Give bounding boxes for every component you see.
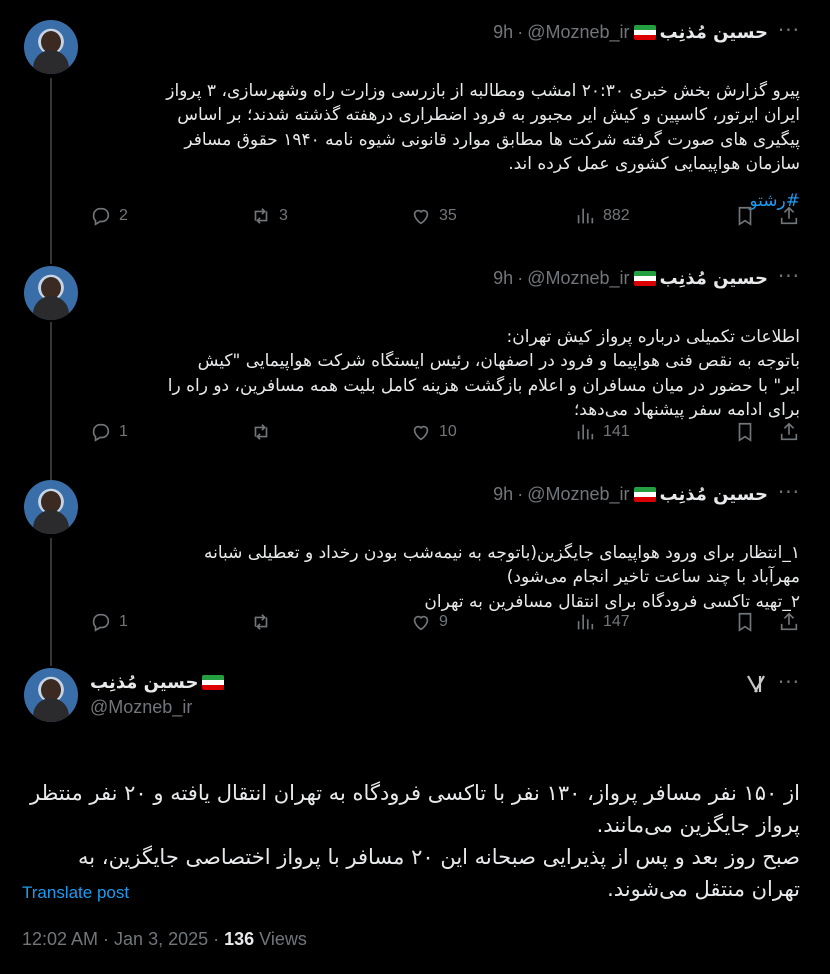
author-name[interactable]: حسین مُذنِب: [90, 672, 198, 693]
views-button[interactable]: 147: [574, 611, 630, 633]
reply-icon: [92, 613, 110, 632]
tweet-actions: 1 10 141: [90, 421, 802, 451]
like-icon: [413, 209, 429, 225]
like-button[interactable]: 9: [410, 611, 448, 633]
author-name[interactable]: حسین مُذنِب: [660, 484, 768, 505]
share-icon: [780, 206, 798, 225]
author-handle[interactable]: @Mozneb_ir: [527, 22, 629, 43]
repost-count: 3: [279, 207, 288, 224]
separator-dot: ·: [517, 268, 524, 288]
like-icon: [413, 615, 429, 631]
separator-dot: ·: [517, 484, 524, 504]
repost-icon: [254, 208, 268, 224]
tweet-text-content: ۱_انتظار برای ورود هواپیمای جایگزین(باتو…: [203, 542, 800, 612]
like-count: 10: [439, 423, 457, 440]
share-button[interactable]: [778, 421, 800, 443]
share-button[interactable]: [778, 205, 800, 227]
views-total: 136: [224, 929, 255, 949]
tweet-text-content: پیرو گزارش بخش خبری ۲۰:۳۰ امشب ومطالبه ا…: [166, 80, 800, 175]
avatar[interactable]: [24, 20, 78, 74]
tweet-text: ۱_انتظار برای ورود هواپیمای جایگزین(باتو…: [100, 516, 800, 614]
grok-icon[interactable]: [744, 672, 768, 696]
more-dots-icon[interactable]: ···: [778, 264, 800, 288]
bookmark-button[interactable]: [734, 611, 756, 633]
tweet-time[interactable]: 9h: [493, 268, 513, 289]
repost-icon: [254, 614, 268, 630]
bookmark-button[interactable]: [734, 205, 756, 227]
repost-button[interactable]: 3: [250, 205, 288, 227]
views-button[interactable]: 882: [574, 205, 630, 227]
main-tweet-text: از ۱۵۰ نفر مسافر پرواز، ۱۳۰ نفر با تاکسی…: [24, 745, 800, 905]
like-count: 35: [439, 207, 457, 224]
post-footer: 12:02 AM · Jan 3, 2025 · 136 Views: [22, 929, 307, 950]
views-count: 141: [603, 423, 630, 440]
repost-icon: [254, 424, 268, 440]
author-name[interactable]: حسین مُذنِب: [660, 268, 768, 289]
reply-button[interactable]: 1: [90, 421, 128, 443]
reply-button[interactable]: 1: [90, 611, 128, 633]
tweet[interactable]: 9h · @Mozneb_ir حسین مُذنِب ··· ۱_انتظار…: [0, 470, 830, 660]
tweet-text: پیرو گزارش بخش خبری ۲۰:۳۰ امشب ومطالبه ا…: [100, 54, 800, 177]
views-button[interactable]: 141: [574, 421, 630, 443]
bookmark-icon: [738, 612, 752, 632]
author-block: حسین مُذنِب @Mozneb_ir: [90, 672, 225, 718]
reply-count: 2: [119, 207, 128, 224]
more-dots-icon[interactable]: ···: [778, 480, 800, 504]
views-icon: [577, 614, 594, 630]
author-handle[interactable]: @Mozneb_ir: [527, 268, 629, 289]
separator-dot: ·: [517, 22, 524, 42]
author-name[interactable]: حسین مُذنِب: [660, 22, 768, 43]
reply-count: 1: [119, 613, 128, 630]
reply-icon: [92, 423, 110, 442]
iran-flag-icon: [633, 487, 656, 502]
like-icon: [413, 425, 429, 441]
author-handle[interactable]: @Mozneb_ir: [527, 484, 629, 505]
reply-icon: [92, 207, 110, 226]
share-button[interactable]: [778, 611, 800, 633]
views-icon: [577, 424, 594, 440]
iran-flag-icon: [633, 25, 656, 40]
main-tweet-text-content: از ۱۵۰ نفر مسافر پرواز، ۱۳۰ نفر با تاکسی…: [30, 781, 800, 901]
repost-button[interactable]: [250, 611, 279, 633]
like-button[interactable]: 10: [410, 421, 457, 443]
tweet-time[interactable]: 9h: [493, 484, 513, 505]
iran-flag-icon: [633, 271, 656, 286]
share-icon: [780, 612, 798, 631]
post-timestamp[interactable]: 12:02 AM · Jan 3, 2025 ·: [22, 929, 224, 949]
views-icon: [577, 208, 594, 224]
bookmark-icon: [738, 206, 752, 226]
share-icon: [780, 422, 798, 441]
tweet-actions: 1 9 147: [90, 611, 802, 641]
tweet[interactable]: 9h · @Mozneb_ir حسین مُذنِب ··· پیرو گزا…: [0, 0, 830, 250]
iran-flag-icon: [202, 675, 225, 690]
bookmark-button[interactable]: [734, 421, 756, 443]
repost-button[interactable]: [250, 421, 279, 443]
views-count: 147: [603, 613, 630, 630]
like-count: 9: [439, 613, 448, 630]
tweet-time[interactable]: 9h: [493, 22, 513, 43]
more-dots-icon[interactable]: ···: [778, 670, 800, 694]
like-button[interactable]: 35: [410, 205, 457, 227]
tweet-actions: 2 3 35 882: [90, 205, 802, 235]
avatar[interactable]: [24, 668, 78, 722]
bookmark-icon: [738, 422, 752, 442]
more-dots-icon[interactable]: ···: [778, 18, 800, 42]
tweet-text: اطلاعات تکمیلی درباره پرواز کیش تهران: ب…: [100, 300, 800, 423]
views-label: Views: [254, 929, 307, 949]
reply-button[interactable]: 2: [90, 205, 128, 227]
reply-count: 1: [119, 423, 128, 440]
tweet-text-content: اطلاعات تکمیلی درباره پرواز کیش تهران: ب…: [167, 326, 800, 421]
tweet[interactable]: 9h · @Mozneb_ir حسین مُذنِب ··· اطلاعات …: [0, 250, 830, 470]
avatar[interactable]: [24, 480, 78, 534]
author-handle[interactable]: @Mozneb_ir: [90, 697, 224, 718]
views-count: 882: [603, 207, 630, 224]
translate-post-link[interactable]: Translate post: [22, 883, 129, 903]
avatar[interactable]: [24, 266, 78, 320]
